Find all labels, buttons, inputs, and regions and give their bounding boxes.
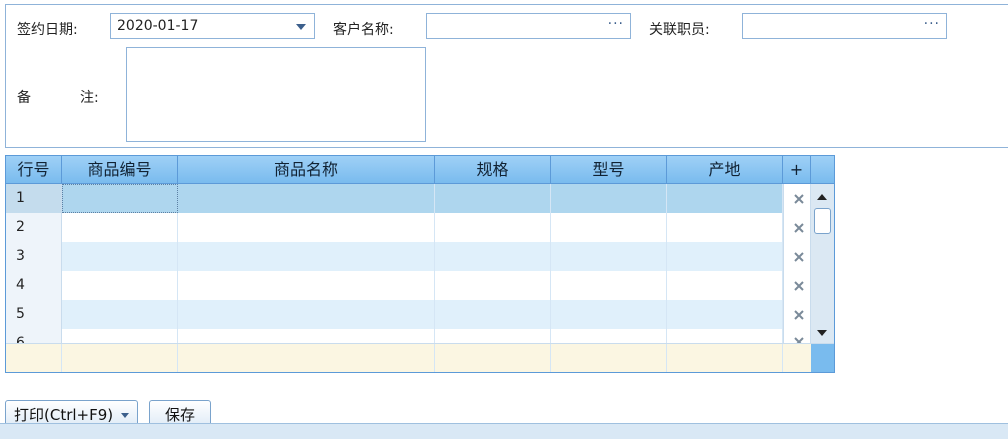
product-grid: 行号 商品编号 商品名称 规格 型号 产地 + 123456	[5, 155, 835, 373]
summary-cell	[667, 344, 783, 372]
delete-row-icon[interactable]	[793, 309, 805, 321]
table-cell[interactable]	[551, 271, 667, 300]
table-cell[interactable]	[62, 242, 178, 271]
table-cell[interactable]	[551, 213, 667, 242]
customer-field[interactable]: ···	[426, 13, 631, 39]
delete-column	[783, 184, 811, 347]
remark-label-part1: 备	[17, 90, 31, 106]
row-number: 3	[6, 242, 62, 271]
staff-field[interactable]: ···	[742, 13, 947, 39]
scroll-thumb[interactable]	[814, 208, 831, 234]
table-cell[interactable]	[667, 300, 783, 329]
table-cell[interactable]	[667, 184, 783, 213]
staff-label: 关联职员:	[649, 22, 710, 38]
row-number: 4	[6, 271, 62, 300]
summary-corner	[811, 344, 834, 372]
col-header-spec[interactable]: 规格	[435, 156, 551, 183]
delete-row-icon[interactable]	[793, 193, 805, 205]
col-header-product-code[interactable]: 商品编号	[62, 156, 178, 183]
table-cell[interactable]	[62, 271, 178, 300]
grid-summary-row	[6, 343, 834, 372]
lookup-ellipsis-icon[interactable]: ···	[608, 16, 624, 32]
header-spacer	[811, 156, 834, 183]
table-cell[interactable]	[667, 213, 783, 242]
remark-label-part2: 注:	[80, 90, 99, 106]
table-cell[interactable]	[62, 184, 178, 213]
table-cell[interactable]	[435, 300, 551, 329]
table-cell[interactable]	[435, 242, 551, 271]
table-row[interactable]: 2	[6, 213, 783, 242]
save-button-label: 保存	[164, 406, 195, 424]
summary-cell	[435, 344, 551, 372]
table-cell[interactable]	[551, 184, 667, 213]
table-cell[interactable]	[178, 300, 435, 329]
table-cell[interactable]	[435, 184, 551, 213]
add-row-button[interactable]: +	[783, 156, 811, 183]
scroll-up-icon[interactable]	[817, 194, 827, 200]
table-row[interactable]: 1	[6, 184, 783, 213]
summary-cell	[551, 344, 667, 372]
col-header-row-no: 行号	[6, 156, 62, 183]
table-row[interactable]: 5	[6, 300, 783, 329]
delete-row-icon[interactable]	[793, 251, 805, 263]
col-header-origin[interactable]: 产地	[667, 156, 783, 183]
summary-cell	[6, 344, 62, 372]
col-header-model[interactable]: 型号	[551, 156, 667, 183]
bottom-toolbar	[0, 423, 1008, 439]
table-cell[interactable]	[667, 242, 783, 271]
row-number: 5	[6, 300, 62, 329]
sign-date-label: 签约日期:	[17, 22, 78, 38]
lookup-ellipsis-icon[interactable]: ···	[924, 16, 940, 32]
table-cell[interactable]	[435, 271, 551, 300]
table-cell[interactable]	[62, 300, 178, 329]
remark-textarea[interactable]	[126, 47, 426, 142]
table-cell[interactable]	[667, 271, 783, 300]
chevron-down-icon[interactable]	[296, 24, 306, 30]
table-cell[interactable]	[551, 300, 667, 329]
table-cell[interactable]	[178, 213, 435, 242]
delete-row-icon[interactable]	[793, 222, 805, 234]
customer-label: 客户名称:	[333, 22, 394, 38]
summary-cell	[62, 344, 178, 372]
row-number: 2	[6, 213, 62, 242]
table-cell[interactable]	[551, 242, 667, 271]
summary-cell	[178, 344, 435, 372]
print-button-label: 打印(Ctrl+F9)	[14, 406, 114, 424]
table-cell[interactable]	[178, 271, 435, 300]
row-number: 1	[6, 184, 62, 213]
sign-date-value: 2020-01-17	[117, 18, 199, 34]
table-row[interactable]: 3	[6, 242, 783, 271]
scroll-down-icon[interactable]	[817, 330, 827, 336]
col-header-product-name[interactable]: 商品名称	[178, 156, 435, 183]
chevron-down-icon[interactable]	[121, 413, 130, 418]
table-row[interactable]: 4	[6, 271, 783, 300]
table-cell[interactable]	[62, 213, 178, 242]
table-cell[interactable]	[435, 213, 551, 242]
sign-date-select[interactable]: 2020-01-17	[110, 13, 315, 39]
grid-header: 行号 商品编号 商品名称 规格 型号 产地 +	[6, 156, 834, 184]
vertical-scrollbar[interactable]	[811, 184, 834, 343]
table-cell[interactable]	[178, 242, 435, 271]
delete-row-icon[interactable]	[793, 280, 805, 292]
table-cell[interactable]	[178, 184, 435, 213]
